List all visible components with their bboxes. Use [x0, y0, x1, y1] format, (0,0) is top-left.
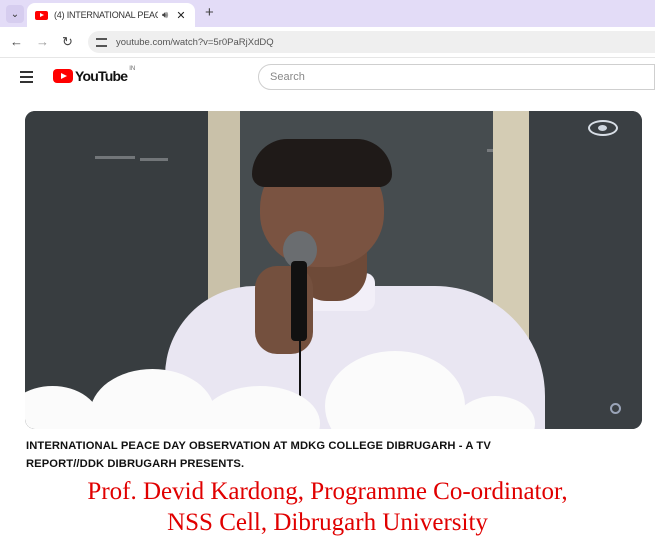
- youtube-favicon-icon: [35, 10, 48, 20]
- speaker-caption-line-1: Prof. Devid Kardong, Programme Co-ordina…: [87, 478, 568, 505]
- navigation-bar: ← → ↻ youtube.com/watch?v=5r0PaRjXdDQ: [0, 27, 655, 58]
- chalk-mark: [140, 158, 168, 161]
- tab-title: (4) INTERNATIONAL PEACE: [54, 10, 158, 20]
- video-title-line-2: REPORT//DDK DIBRUGARH PRESENTS.: [26, 458, 245, 470]
- search-placeholder: Search: [270, 71, 305, 83]
- back-arrow-icon[interactable]: ←: [10, 34, 23, 49]
- dd-channel-logo-icon: [588, 120, 618, 136]
- site-info-icon[interactable]: [96, 37, 107, 47]
- corner-watermark-icon: [610, 403, 621, 414]
- blackboard-right: [529, 111, 642, 429]
- reload-icon[interactable]: ↻: [62, 34, 73, 50]
- chalk-mark: [95, 156, 135, 159]
- search-input[interactable]: Search: [258, 64, 655, 90]
- tab-strip: ⌄ (4) INTERNATIONAL PEACE 🔊︎ ✕ +: [0, 0, 655, 27]
- speaker-hair: [252, 139, 392, 187]
- tab-search-button[interactable]: ⌄: [6, 5, 24, 23]
- microphone-handle: [291, 261, 307, 341]
- forward-arrow-icon[interactable]: →: [36, 34, 49, 49]
- video-title: INTERNATIONAL PEACE DAY OBSERVATION AT M…: [26, 437, 636, 473]
- youtube-wordmark: YouTube: [75, 68, 128, 84]
- speaker-caption-line-2: NSS Cell, Dibrugarh University: [167, 509, 488, 536]
- speaker-caption: Prof. Devid Kardong, Programme Co-ordina…: [0, 476, 655, 538]
- youtube-logo[interactable]: YouTube IN: [53, 66, 136, 84]
- menu-icon[interactable]: [20, 71, 33, 86]
- youtube-play-icon: [53, 69, 73, 83]
- tab-close-button[interactable]: ✕: [176, 9, 185, 22]
- country-code: IN: [129, 66, 136, 72]
- new-tab-button[interactable]: +: [205, 4, 214, 21]
- youtube-header: YouTube IN Search: [0, 58, 655, 98]
- url-text: youtube.com/watch?v=5r0PaRjXdDQ: [116, 36, 274, 48]
- video-player[interactable]: [25, 111, 642, 429]
- browser-tab[interactable]: (4) INTERNATIONAL PEACE 🔊︎ ✕: [27, 3, 195, 27]
- address-bar[interactable]: youtube.com/watch?v=5r0PaRjXdDQ: [88, 31, 655, 53]
- speaker-icon[interactable]: 🔊︎: [162, 10, 168, 21]
- video-title-line-1: INTERNATIONAL PEACE DAY OBSERVATION AT M…: [26, 440, 491, 452]
